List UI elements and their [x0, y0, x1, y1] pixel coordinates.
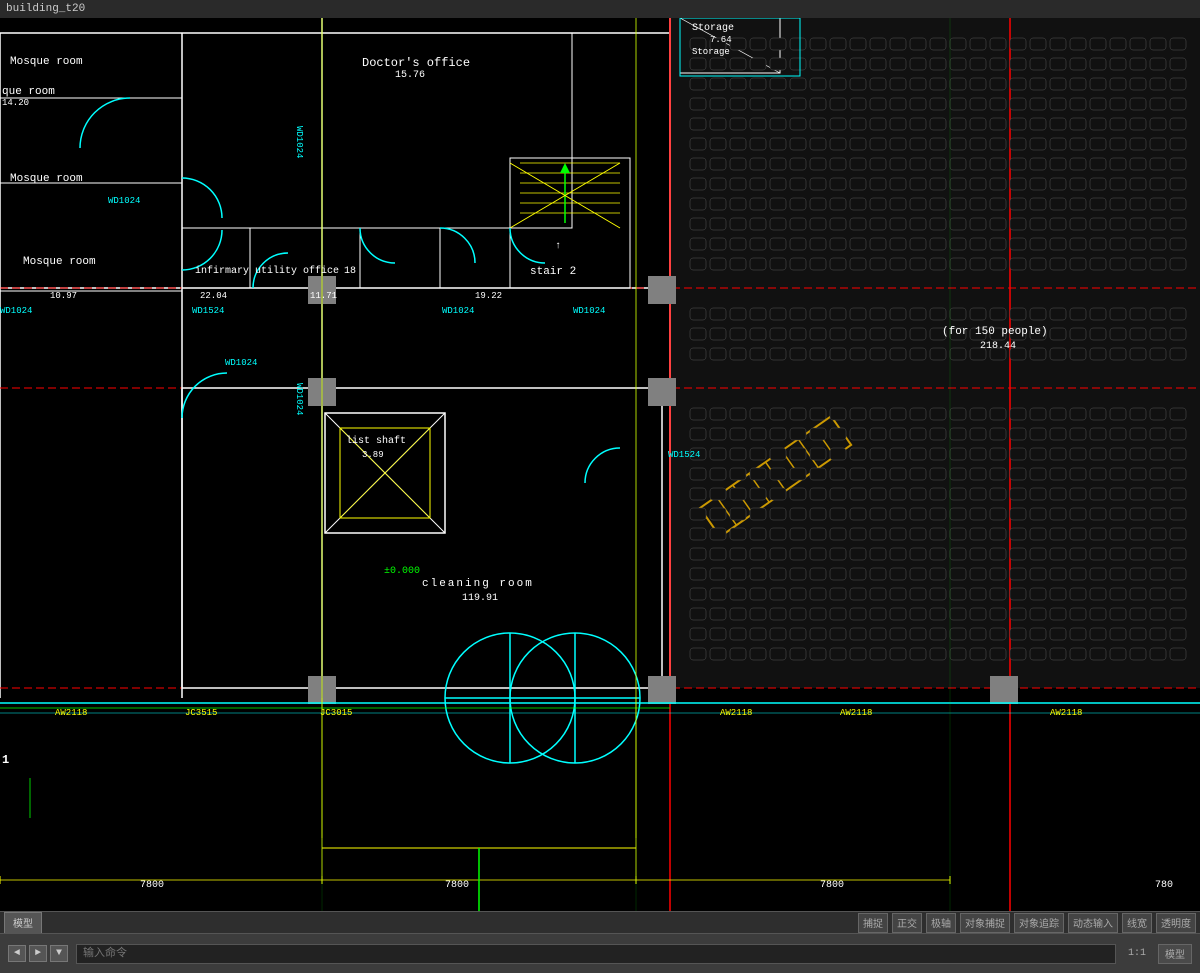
title-label: building_t20: [6, 3, 85, 15]
polar-btn[interactable]: 极轴: [926, 913, 956, 933]
bottom-bar: ◄ ► ▼ 1:1 模型: [0, 933, 1200, 973]
osnap-btn[interactable]: 对象捕捉: [960, 913, 1010, 933]
cad-canvas: ↑: [0, 18, 1200, 933]
title-bar: building_t20: [0, 0, 1200, 18]
nav-btn-2[interactable]: ►: [29, 945, 47, 962]
lw-btn[interactable]: 线宽: [1122, 913, 1152, 933]
ortho-btn[interactable]: 正交: [892, 913, 922, 933]
svg-text:WD1024: WD1024: [294, 126, 304, 158]
otrack-btn[interactable]: 对象追踪: [1014, 913, 1064, 933]
dyn-btn[interactable]: 动态输入: [1068, 913, 1118, 933]
bottom-toolbar: 模型 捕捉 正交 极轴 对象捕捉 对象追踪 动态输入 线宽 透明度: [0, 911, 1200, 933]
command-input[interactable]: [76, 944, 1116, 964]
cad-drawing: ↑: [0, 18, 1200, 933]
status-buttons: 捕捉 正交 极轴 对象捕捉 对象追踪 动态输入 线宽 透明度: [858, 913, 1196, 933]
model-tab-label: 模型: [13, 920, 33, 931]
svg-text:WD1024: WD1024: [294, 383, 304, 415]
nav-btn-3[interactable]: ▼: [50, 945, 68, 962]
svg-text:↑: ↑: [555, 241, 561, 252]
transp-btn[interactable]: 透明度: [1156, 913, 1196, 933]
mode-label: 模型: [1158, 944, 1192, 964]
nav-btn-1[interactable]: ◄: [8, 945, 26, 962]
zoom-label: 1:1: [1128, 948, 1146, 959]
model-tab[interactable]: 模型: [4, 912, 42, 934]
snap-btn[interactable]: 捕捉: [858, 913, 888, 933]
